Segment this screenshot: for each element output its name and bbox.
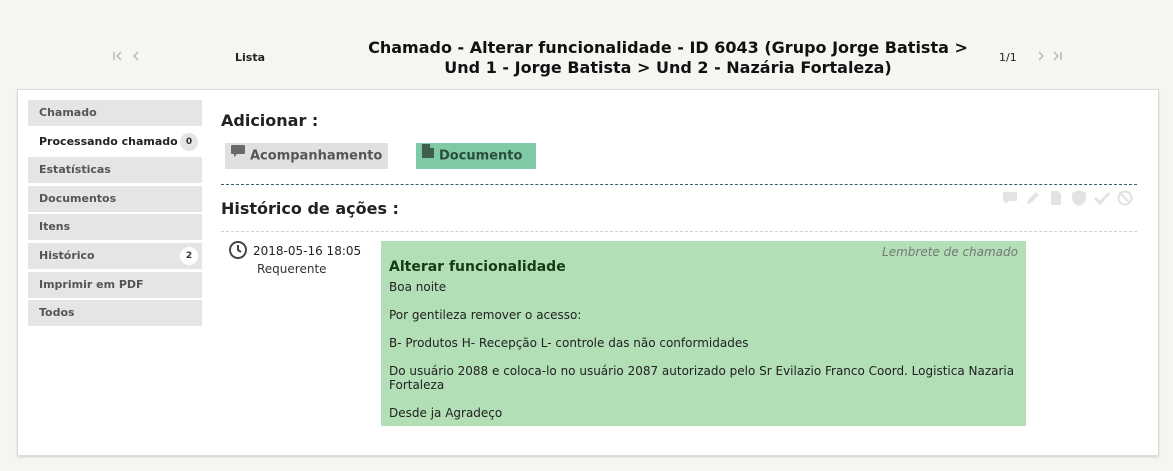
add-document-label: Documento xyxy=(439,148,523,164)
page-title-line-1: Chamado - Alterar funcionalidade - ID 60… xyxy=(368,38,968,57)
sidebar-item-label: Todos xyxy=(39,306,75,320)
document-filter-icon[interactable] xyxy=(1046,188,1066,208)
comment-icon xyxy=(230,143,246,169)
entry-text-line: Do usuário 2088 e coloca-lo no usuário 2… xyxy=(389,364,1015,392)
add-document-button[interactable]: Documento xyxy=(416,143,536,169)
entry-text-line: Por gentileza remover o acesso: xyxy=(389,308,582,322)
sidebar-item-imprimir-pdf[interactable]: Imprimir em PDF xyxy=(28,271,202,298)
sidebar-item-label: Histórico xyxy=(39,248,95,262)
comment-filter-icon[interactable] xyxy=(1000,188,1020,208)
list-link[interactable]: Lista xyxy=(235,51,265,64)
ticket-card: Chamado Processando chamado 0 Estatística… xyxy=(17,89,1159,456)
section-divider xyxy=(221,184,1137,185)
page-counter: 1/1 xyxy=(999,51,1017,64)
page-title: Chamado - Alterar funcionalidade - ID 60… xyxy=(355,38,981,78)
page-title-line-2: Und 1 - Jorge Batista > Und 2 - Nazária … xyxy=(444,58,892,77)
entry-text-line: B- Produtos H- Recepção L- controle das … xyxy=(389,336,749,350)
sidebar-item-label: Processando chamado xyxy=(39,134,178,148)
sidebar-item-estatisticas[interactable]: Estatísticas xyxy=(28,157,202,184)
sidebar-item-label: Estatísticas xyxy=(39,163,111,177)
last-page-icon[interactable] xyxy=(1051,50,1063,66)
count-badge: 2 xyxy=(180,246,198,265)
sidebar-item-chamado[interactable]: Chamado xyxy=(28,100,202,126)
sidebar-item-processando-chamado[interactable]: Processando chamado 0 xyxy=(28,128,202,155)
entry-text-line: Boa noite xyxy=(389,280,447,294)
history-heading: Histórico de ações : xyxy=(221,199,399,218)
sidebar-item-label: Documentos xyxy=(39,191,117,205)
next-page-icon[interactable] xyxy=(1035,50,1047,66)
sidebar-item-label: Chamado xyxy=(39,106,97,119)
document-icon xyxy=(421,143,435,169)
sidebar-item-historico[interactable]: Histórico 2 xyxy=(28,242,202,269)
entry-user: Requerente xyxy=(257,262,327,276)
sidebar-item-itens[interactable]: Itens xyxy=(28,214,202,241)
count-badge: 0 xyxy=(180,132,198,151)
sidebar: Chamado Processando chamado 0 Estatística… xyxy=(28,100,202,329)
history-filter-toolbar xyxy=(1000,188,1135,208)
history-entry[interactable]: Lembrete de chamado Alterar funcionalida… xyxy=(381,241,1026,426)
pencil-filter-icon[interactable] xyxy=(1023,188,1043,208)
previous-page-icon[interactable] xyxy=(130,50,142,66)
sidebar-item-documentos[interactable]: Documentos xyxy=(28,185,202,212)
entry-text-line: Desde ja Agradeço xyxy=(389,406,503,420)
entry-title: Alterar funcionalidade xyxy=(389,259,566,275)
check-filter-icon[interactable] xyxy=(1092,188,1112,208)
add-followup-button[interactable]: Acompanhamento xyxy=(225,143,388,169)
entry-type: Lembrete de chamado xyxy=(882,245,1018,259)
history-divider xyxy=(221,231,1137,232)
entry-date: 2018-05-16 18:05 xyxy=(253,244,362,258)
shield-filter-icon[interactable] xyxy=(1069,188,1089,208)
clock-icon xyxy=(228,240,248,260)
sidebar-item-label: Imprimir em PDF xyxy=(39,277,144,291)
add-followup-label: Acompanhamento xyxy=(250,148,383,164)
sidebar-item-todos[interactable]: Todos xyxy=(28,300,202,327)
ban-filter-icon[interactable] xyxy=(1115,188,1135,208)
first-page-icon[interactable] xyxy=(112,50,124,66)
add-heading: Adicionar : xyxy=(221,111,319,130)
sidebar-item-label: Itens xyxy=(39,220,71,234)
